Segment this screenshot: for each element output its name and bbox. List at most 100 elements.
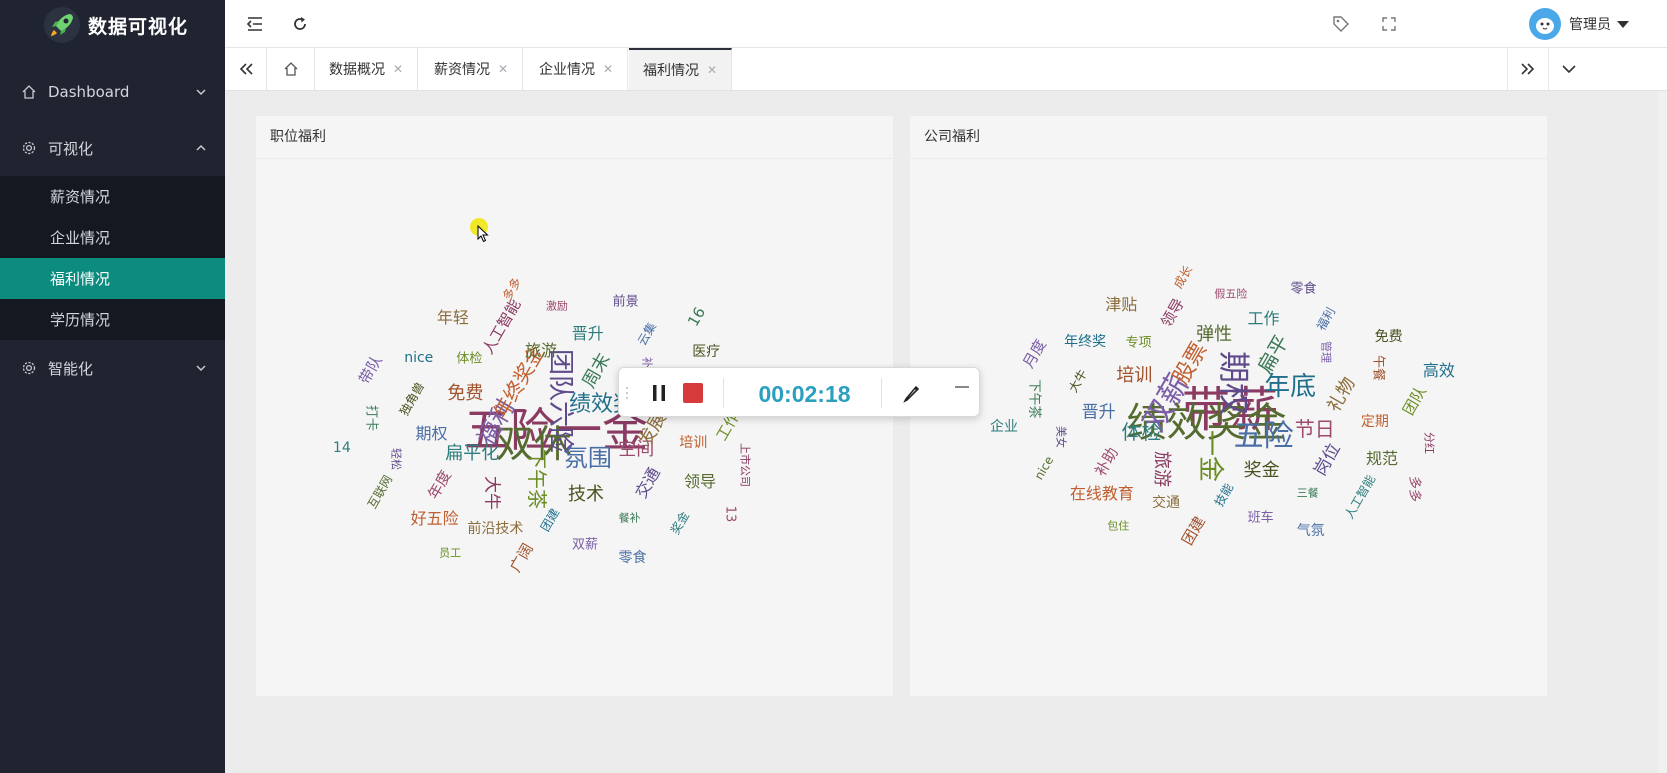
word-cloud-word: 高效: [1422, 360, 1455, 380]
tab-company[interactable]: 企业情况 ✕: [525, 48, 629, 90]
word-cloud-word: 独角兽: [396, 379, 428, 418]
chevron-up-icon: [196, 144, 206, 151]
word-cloud-word: 扁平化: [445, 442, 500, 464]
recording-timer: 00:02:18: [758, 381, 851, 407]
close-icon[interactable]: ✕: [498, 62, 508, 76]
word-cloud-word: 定期: [1360, 413, 1389, 430]
refresh-button[interactable]: [288, 12, 312, 36]
tag-button[interactable]: [1329, 12, 1353, 36]
word-cloud-word: 岗位: [1309, 440, 1345, 480]
word-cloud-word: 零食: [1290, 281, 1317, 297]
word-cloud-word: 医疗: [692, 344, 721, 361]
fullscreen-button[interactable]: [1377, 12, 1401, 36]
word-cloud-word: 团建: [1178, 513, 1209, 549]
word-cloud-word: 班车: [1247, 510, 1274, 526]
mouse-cursor-icon: [477, 225, 489, 243]
tabs-scroll-right-button[interactable]: [1507, 48, 1549, 90]
word-cloud-word: 气氛: [1296, 522, 1325, 539]
close-icon[interactable]: ✕: [603, 62, 613, 76]
sidebar-item-visualization[interactable]: 可视化: [0, 120, 225, 176]
word-cloud-word: 工作: [1247, 309, 1280, 329]
sidebar-item-salary[interactable]: 薪资情况: [0, 176, 225, 217]
tab-data-overview[interactable]: 数据概况 ✕: [315, 48, 419, 90]
collapse-menu-button[interactable]: [243, 12, 267, 36]
gear-icon: [20, 359, 38, 377]
sidebar-item-company[interactable]: 企业情况: [0, 217, 225, 258]
word-cloud-word: 餐补: [618, 511, 641, 525]
tab-welfare[interactable]: 福利情况 ✕: [629, 48, 733, 90]
tabs-scroll-left-button[interactable]: [225, 48, 267, 90]
fullscreen-icon: [1382, 17, 1396, 31]
word-cloud-word: 午餐: [1370, 355, 1386, 382]
word-cloud-word: 培训: [1116, 365, 1153, 387]
stop-recording-button[interactable]: [683, 383, 703, 403]
chevron-down-icon: [1562, 65, 1576, 74]
divider: [723, 378, 724, 408]
word-cloud-word: 扁平: [1252, 331, 1294, 378]
caret-down-icon: [1617, 20, 1629, 28]
divider: [881, 378, 882, 408]
drag-handle-icon[interactable]: [625, 386, 629, 400]
word-cloud-word: 包住: [1107, 519, 1130, 533]
word-cloud-word: 五险: [1233, 418, 1294, 454]
sidebar-item-dashboard[interactable]: Dashboard: [0, 64, 225, 120]
word-cloud: 带薪 绩效奖金 期权 五险 双薪 年底 一金 股票 节日 体检 扁平 奖金 培训 礼物 旅游 弹性 岗位 晋升 管理…: [910, 160, 1547, 696]
page-scrollbar[interactable]: [1658, 91, 1667, 773]
word-cloud-word: 体检: [456, 351, 483, 367]
word-cloud-word: 年轻: [436, 308, 469, 328]
word-cloud-word: nice: [404, 349, 434, 366]
word-cloud-word: 领导: [1157, 295, 1188, 331]
word-cloud-word: 人工智能: [478, 296, 525, 358]
draw-pen-icon[interactable]: [901, 382, 923, 404]
word-cloud-word: 互联网: [364, 472, 395, 511]
app-logo[interactable]: 数据可视化: [0, 0, 225, 50]
close-icon[interactable]: ✕: [393, 62, 403, 76]
word-cloud-word: nice: [1031, 453, 1057, 483]
rocket-logo-icon: [44, 7, 80, 43]
word-cloud-word: 期权: [1214, 350, 1253, 415]
home-icon: [20, 83, 38, 101]
chevron-down-icon: [196, 365, 206, 372]
visualization-submenu: 薪资情况 企业情况 福利情况 学历情况: [0, 176, 225, 340]
word-cloud-word: 美女: [1054, 426, 1068, 449]
word-cloud-word: 打卡: [363, 405, 378, 432]
word-cloud-word: 培训: [679, 434, 708, 451]
word-cloud-word: 一金: [1194, 429, 1225, 482]
word-cloud-word: 上市公司: [738, 443, 752, 488]
word-cloud-word: 晋升: [1081, 402, 1116, 423]
word-cloud-word: 大牛: [481, 476, 502, 511]
sidebar-item-intelligence[interactable]: 智能化: [0, 340, 225, 396]
word-cloud-word: 领导: [684, 471, 717, 491]
app-title: 数据可视化: [88, 15, 189, 38]
word-cloud-word: 年度: [423, 467, 455, 503]
word-cloud-word: 轻松: [389, 447, 403, 470]
avatar: [1529, 8, 1561, 40]
word-cloud-word: 奖金: [1243, 460, 1280, 482]
double-chevron-right-icon: [1521, 63, 1535, 75]
card-title: 职位福利: [256, 116, 893, 159]
word-cloud-word: 津贴: [1105, 294, 1138, 314]
word-cloud-word: 礼物: [1323, 373, 1360, 416]
tab-home[interactable]: [267, 48, 315, 90]
word-cloud-word: 员工: [439, 546, 462, 560]
tab-salary[interactable]: 薪资情况 ✕: [420, 48, 524, 90]
pause-icon[interactable]: [649, 382, 669, 404]
tabs-bar: 数据概况 ✕ 薪资情况 ✕ 企业情况 ✕ 福利情况 ✕: [225, 48, 1667, 91]
word-cloud-word: 前景: [612, 294, 639, 310]
word-cloud-word: 14: [332, 440, 351, 457]
word-cloud-word: 零食: [618, 550, 647, 566]
word-cloud-word: 节日: [1294, 416, 1335, 441]
tab-label: 数据概况: [329, 62, 385, 78]
word-cloud-word: 奖金: [667, 508, 692, 537]
close-icon[interactable]: ✕: [707, 63, 717, 77]
tabs-dropdown-button[interactable]: [1549, 48, 1589, 90]
minimize-button[interactable]: [955, 378, 969, 388]
word-cloud-word: 激励: [545, 299, 568, 313]
word-cloud-word: 团建: [537, 505, 562, 534]
tab-label: 薪资情况: [434, 62, 490, 78]
word-cloud-word: 体检: [1121, 420, 1162, 445]
user-menu[interactable]: 管理员: [1529, 8, 1629, 40]
word-cloud-word: 交通: [631, 464, 665, 502]
sidebar-item-education[interactable]: 学历情况: [0, 299, 225, 340]
sidebar-item-welfare[interactable]: 福利情况: [0, 258, 225, 299]
